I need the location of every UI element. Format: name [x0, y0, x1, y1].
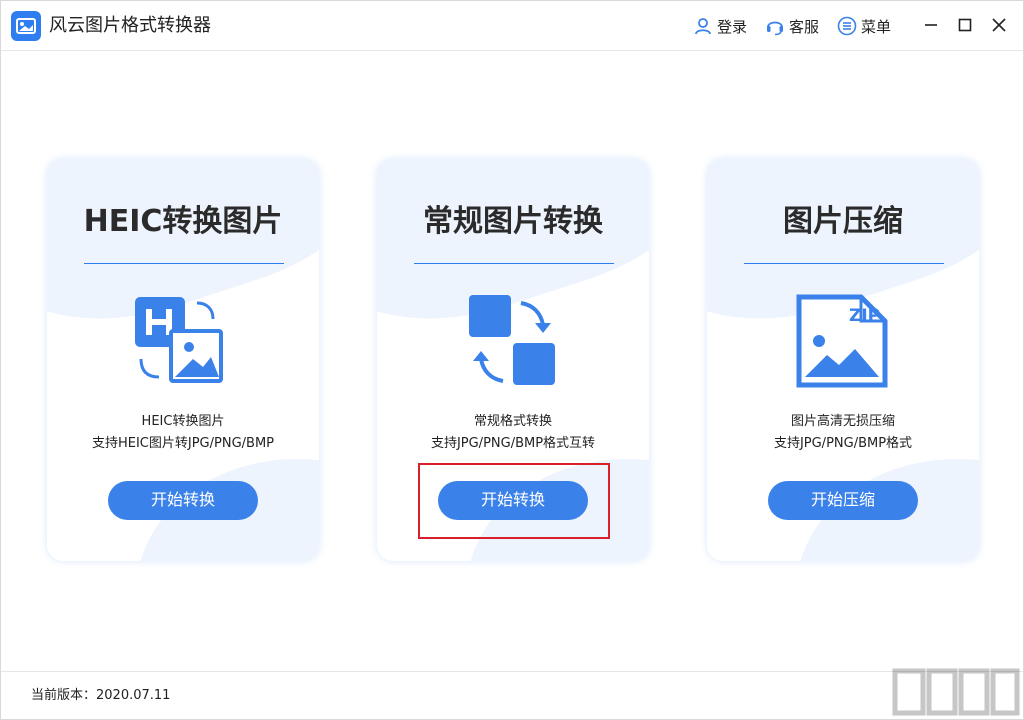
svg-text:ZIP: ZIP	[849, 306, 880, 326]
close-button[interactable]	[987, 13, 1011, 37]
card-image-compress: 图片压缩 ZIP 图片高清无损压缩 支持JPG/PNG/BMP格式 开始压缩	[707, 159, 979, 561]
login-button[interactable]: 登录	[693, 15, 747, 37]
card-desc-line2: 支持JPG/PNG/BMP格式互转	[430, 436, 596, 451]
card-desc-line1: 常规格式转换	[473, 414, 552, 429]
support-button[interactable]: 客服	[765, 15, 819, 37]
watermark-logo-icon	[889, 665, 1023, 719]
headset-icon	[767, 21, 783, 36]
start-heic-convert-button[interactable]: 开始转换	[108, 481, 258, 520]
app-window: 风云图片格式转换器 登录 客服 菜单 HEIC转换图片 HEIC转换图片 支持H…	[0, 0, 1024, 720]
zip-image-icon: ZIP	[793, 293, 893, 393]
card-divider	[84, 263, 284, 264]
app-logo-icon	[11, 11, 41, 41]
version-label: 当前版本：2020.07.11	[31, 688, 171, 703]
footer-divider	[1, 671, 1023, 672]
close-icon	[992, 18, 1006, 32]
card-divider	[744, 263, 944, 264]
minimize-icon	[925, 24, 937, 26]
card-heic-convert: HEIC转换图片 HEIC转换图片 支持HEIC图片转JPG/PNG/BMP 开…	[47, 159, 319, 561]
card-divider	[414, 263, 614, 264]
menu-icon	[837, 16, 857, 36]
login-label: 登录	[717, 17, 748, 36]
card-title: 常规图片转换	[423, 204, 603, 239]
support-label: 客服	[789, 17, 820, 36]
maximize-icon	[958, 18, 972, 32]
minimize-button[interactable]	[919, 13, 943, 37]
app-title: 风云图片格式转换器	[49, 15, 211, 36]
menu-label: 菜单	[861, 17, 892, 36]
maximize-button[interactable]	[953, 13, 977, 37]
start-compress-button[interactable]: 开始压缩	[768, 481, 918, 520]
user-icon	[695, 18, 711, 35]
card-desc-line1: 图片高清无损压缩	[790, 414, 895, 429]
menu-button[interactable]: 菜单	[837, 15, 891, 37]
card-desc-line2: 支持HEIC图片转JPG/PNG/BMP	[91, 436, 275, 451]
card-desc-line1: HEIC转换图片	[141, 414, 225, 429]
title-bar: 风云图片格式转换器 登录 客服 菜单	[1, 1, 1023, 51]
card-title: 图片压缩	[783, 204, 903, 239]
card-desc-line2: 支持JPG/PNG/BMP格式	[773, 436, 913, 451]
highlight-annotation	[418, 463, 610, 539]
convert-arrows-icon	[463, 293, 563, 393]
heic-image-icon	[133, 293, 233, 393]
card-title: HEIC转换图片	[83, 204, 283, 239]
